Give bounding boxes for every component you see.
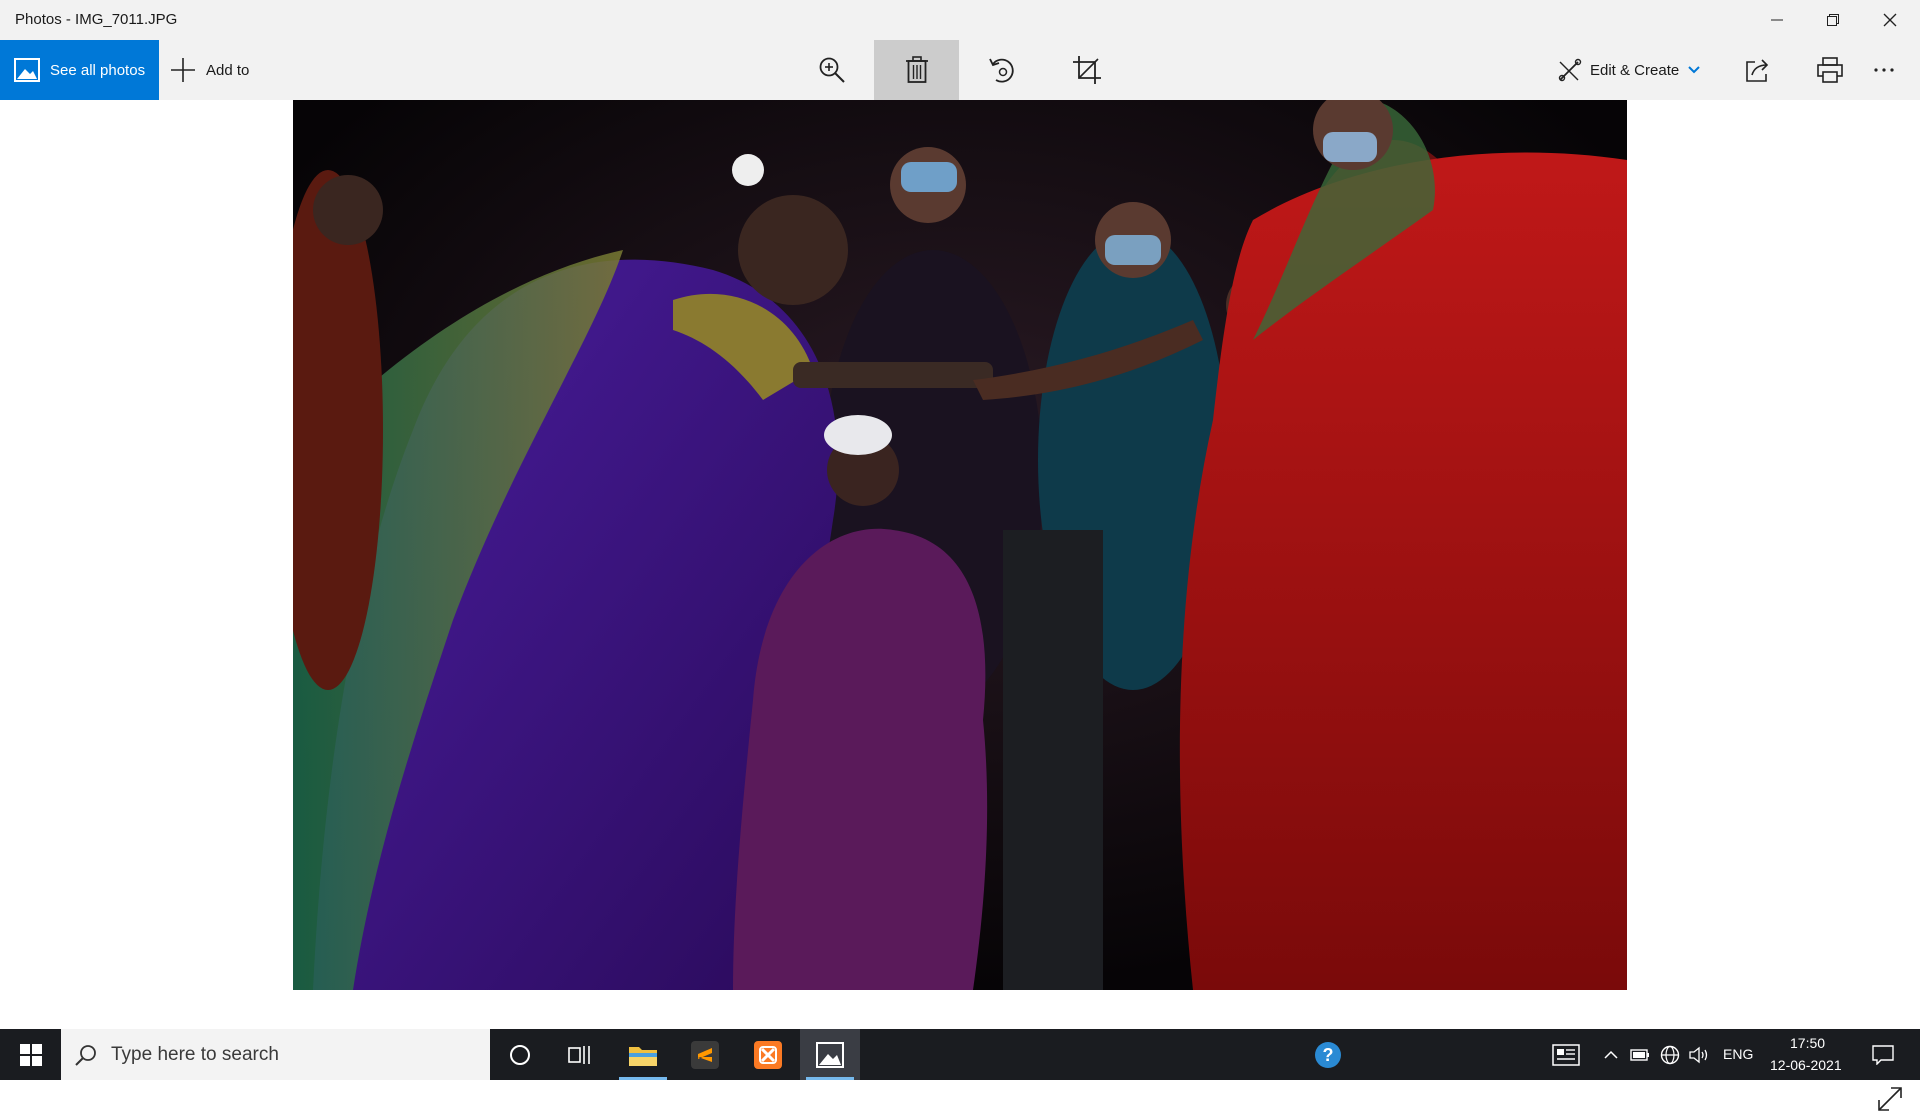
globe-icon: [1660, 1045, 1680, 1064]
show-hidden-icons-button[interactable]: [1600, 1029, 1622, 1080]
sublime-text-icon: [691, 1040, 719, 1069]
rotate-button[interactable]: [959, 40, 1044, 100]
photo-viewer: [0, 100, 1920, 1111]
crop-button[interactable]: [1044, 40, 1129, 100]
notification-icon: [1872, 1044, 1894, 1065]
share-icon: [1745, 59, 1768, 82]
clock-time[interactable]: 17:50: [1790, 1035, 1825, 1051]
news-icon: [1552, 1043, 1580, 1066]
see-all-photos-label: See all photos: [50, 61, 146, 79]
expand-icon: [1878, 1087, 1902, 1111]
search-icon: [75, 1044, 96, 1066]
edit-create-button[interactable]: Edit & Create: [1558, 40, 1701, 100]
photos-icon: [14, 58, 40, 82]
see-all-photos-button[interactable]: See all photos: [0, 40, 159, 100]
battery-icon: [1630, 1048, 1649, 1061]
cortana-button[interactable]: [490, 1029, 550, 1080]
crop-icon: [1072, 56, 1101, 84]
rotate-icon: [988, 58, 1014, 83]
edit-create-icon: [1558, 58, 1582, 82]
task-view-icon: [568, 1045, 590, 1064]
zoom-icon: [819, 57, 845, 83]
edit-create-label: Edit & Create: [1590, 61, 1680, 79]
minimize-icon: [1771, 19, 1783, 21]
file-explorer-button[interactable]: [613, 1029, 673, 1080]
trash-icon: [905, 56, 928, 83]
close-icon: [1883, 13, 1897, 27]
window-title: Photos - IMG_7011.JPG: [15, 11, 178, 28]
help-icon: ?: [1315, 1041, 1341, 1068]
zoom-button[interactable]: [789, 40, 874, 100]
chevron-up-icon: [1604, 1050, 1618, 1059]
photos-app-icon: [816, 1041, 844, 1068]
start-button[interactable]: [0, 1029, 61, 1080]
volume-control[interactable]: [1688, 1029, 1712, 1080]
chevron-down-icon: [1688, 66, 1700, 74]
close-button[interactable]: [1867, 0, 1913, 40]
add-to-label: Add to: [206, 61, 250, 79]
battery-status[interactable]: [1628, 1029, 1652, 1080]
fullscreen-button[interactable]: [1876, 1085, 1904, 1113]
add-to-button[interactable]: Add to: [170, 40, 249, 100]
input-language[interactable]: ENG: [1723, 1046, 1753, 1062]
folder-icon: [629, 1046, 657, 1066]
printer-icon: [1816, 57, 1843, 83]
photo-image: [293, 100, 1627, 990]
restore-icon: [1827, 14, 1839, 26]
speaker-icon: [1689, 1046, 1708, 1063]
displayed-photo[interactable]: [293, 100, 1627, 990]
more-options-button[interactable]: [1848, 40, 1920, 100]
sublime-text-button[interactable]: [675, 1029, 735, 1080]
delete-button[interactable]: [874, 40, 959, 100]
cortana-icon: [510, 1044, 530, 1065]
more-icon: [1874, 68, 1894, 72]
restore-button[interactable]: [1810, 0, 1856, 40]
windows-icon: [19, 1043, 42, 1066]
action-center-button[interactable]: [1860, 1029, 1906, 1080]
plus-icon: [171, 58, 195, 82]
photos-toolbar: See all photos Add to Edit & Create: [0, 40, 1920, 100]
task-view-button[interactable]: [550, 1029, 610, 1080]
clock-date[interactable]: 12-06-2021: [1770, 1057, 1842, 1073]
help-button[interactable]: ?: [1298, 1029, 1358, 1080]
taskbar-search-box[interactable]: Type here to search: [61, 1029, 490, 1080]
photos-app-button[interactable]: [800, 1029, 860, 1080]
svg-text:?: ?: [1323, 1045, 1334, 1065]
network-status[interactable]: [1658, 1029, 1682, 1080]
taskbar: Type here to search ? ENG 17:50 12-06-20…: [0, 1029, 1920, 1080]
search-placeholder: Type here to search: [111, 1043, 279, 1065]
xampp-icon: [754, 1040, 782, 1069]
minimize-button[interactable]: [1754, 0, 1800, 40]
title-bar: Photos - IMG_7011.JPG: [0, 0, 1920, 40]
xampp-button[interactable]: [738, 1029, 798, 1080]
news-widget-button[interactable]: [1544, 1029, 1588, 1080]
